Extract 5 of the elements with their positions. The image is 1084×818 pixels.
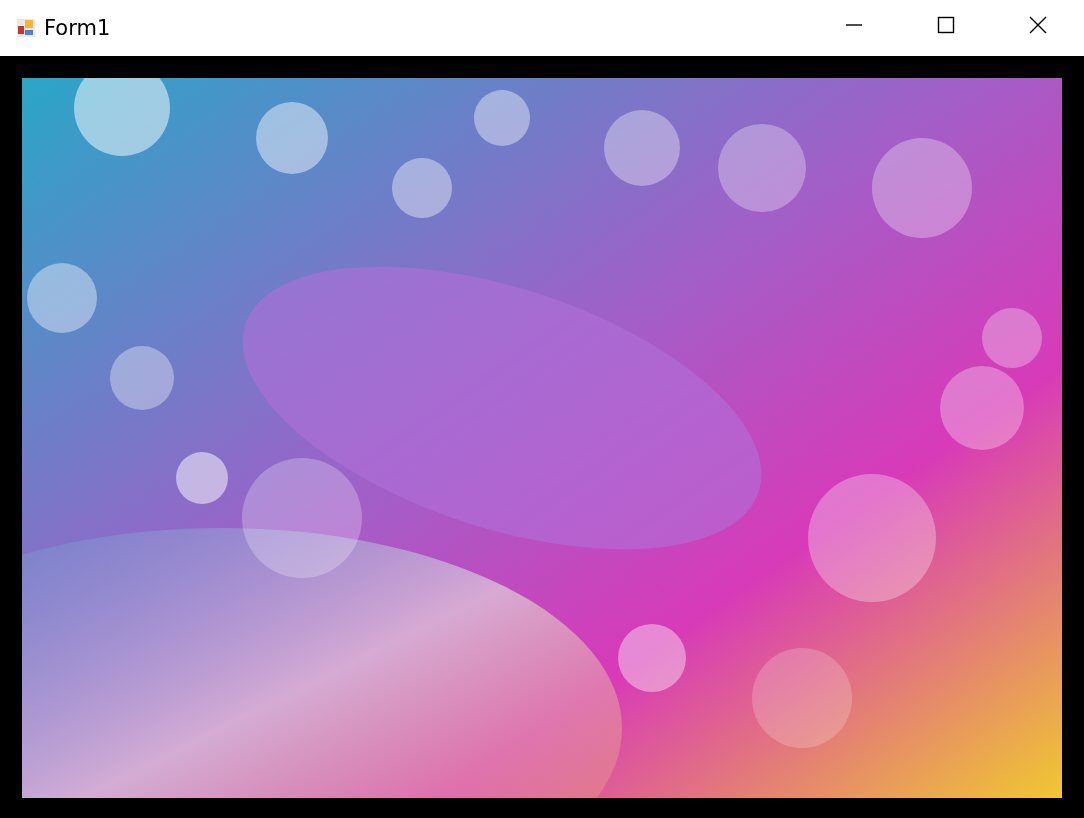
window-title: Form1	[44, 16, 111, 40]
close-icon	[1029, 16, 1047, 34]
minimize-icon	[846, 24, 862, 26]
app-icon	[16, 18, 36, 38]
maximize-icon	[937, 16, 955, 34]
